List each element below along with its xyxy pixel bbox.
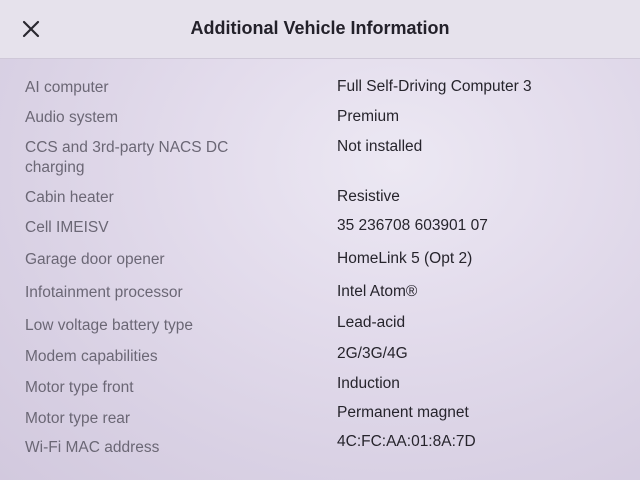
row-label-ai-computer: AI computer xyxy=(25,79,109,96)
row-value-ccs-charging: Not installed xyxy=(337,138,423,155)
row-label-battery-type: Low voltage battery type xyxy=(25,317,194,334)
row-value-cell-imeisv: 35 236708 603901 07 xyxy=(337,217,488,234)
row-value-battery-type: Lead-acid xyxy=(337,314,406,331)
row-label-ccs-charging: CCS and 3rd-party NACS DC charging xyxy=(25,139,229,176)
row-value-cabin-heater: Resistive xyxy=(337,188,400,205)
row-label-garage-door-opener: Garage door opener xyxy=(25,251,165,268)
row-value-motor-rear: Permanent magnet xyxy=(337,404,469,421)
row-value-wifi-mac: 4C:FC:AA:01:8A:7D xyxy=(337,433,476,450)
row-label-infotainment-processor: Infotainment processor xyxy=(25,284,183,301)
row-value-infotainment-processor: Intel Atom® xyxy=(337,283,418,300)
row-value-motor-front: Induction xyxy=(337,375,400,392)
row-label-audio-system: Audio system xyxy=(25,109,119,126)
row-value-garage-door-opener: HomeLink 5 (Opt 2) xyxy=(337,250,473,267)
row-value-ai-computer: Full Self-Driving Computer 3 xyxy=(337,78,532,95)
vehicle-info-screen: Additional Vehicle Information AI comput… xyxy=(0,0,640,480)
row-label-cell-imeisv: Cell IMEISV xyxy=(25,219,109,236)
info-list: AI computer Full Self-Driving Computer 3… xyxy=(0,0,640,480)
row-label-motor-rear: Motor type rear xyxy=(25,410,131,427)
row-value-audio-system: Premium xyxy=(337,108,400,125)
row-label-modem-capabilities: Modem capabilities xyxy=(25,348,158,365)
row-label-motor-front: Motor type front xyxy=(25,379,134,396)
row-value-modem-capabilities: 2G/3G/4G xyxy=(337,345,408,362)
row-label-cabin-heater: Cabin heater xyxy=(25,189,114,206)
row-label-wifi-mac: Wi-Fi MAC address xyxy=(25,439,160,456)
